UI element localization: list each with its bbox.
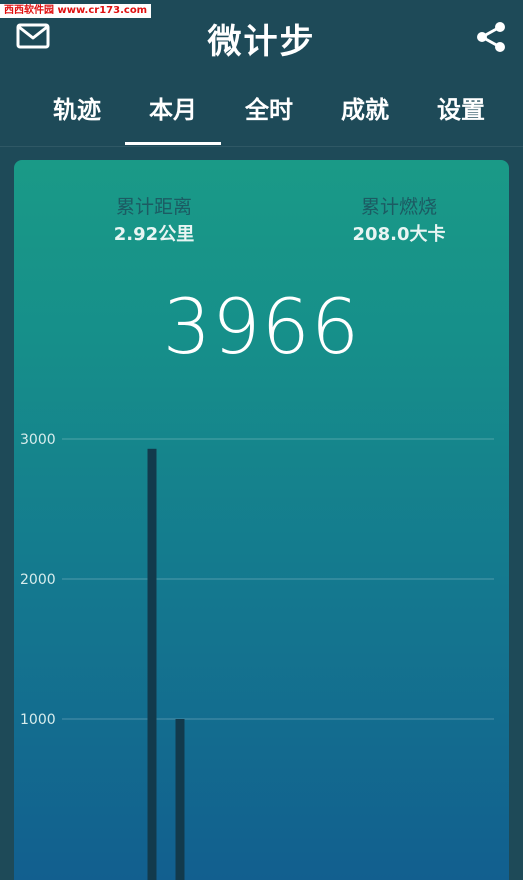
chart-bar — [175, 719, 185, 880]
app-title: 微计步 — [207, 22, 316, 62]
share-icon[interactable] — [474, 20, 508, 54]
tab-bar: 轨迹 本月 全时 成就 设置 — [0, 90, 523, 147]
y-tick-label: 1000 — [20, 712, 56, 728]
tab-this-month[interactable]: 本月 — [125, 90, 221, 134]
y-tick-label: 3000 — [20, 432, 56, 448]
tabs-divider — [0, 146, 523, 147]
chart-bar — [147, 448, 157, 880]
tab-all-time[interactable]: 全时 — [221, 90, 317, 134]
tab-achievements[interactable]: 成就 — [317, 90, 413, 134]
tab-settings[interactable]: 设置 — [413, 90, 509, 134]
y-tick-label: 2000 — [20, 572, 56, 588]
steps-bar-chart: 1000 2000 3000 — [20, 432, 494, 880]
month-summary-card: 累计距离 2.92公里 累计燃烧 208.0大卡 3966 1000 2000 30… — [14, 160, 509, 880]
tab-track[interactable]: 轨迹 — [29, 90, 125, 134]
app-header: 微计步 — [0, 0, 523, 78]
active-tab-indicator — [125, 142, 221, 145]
